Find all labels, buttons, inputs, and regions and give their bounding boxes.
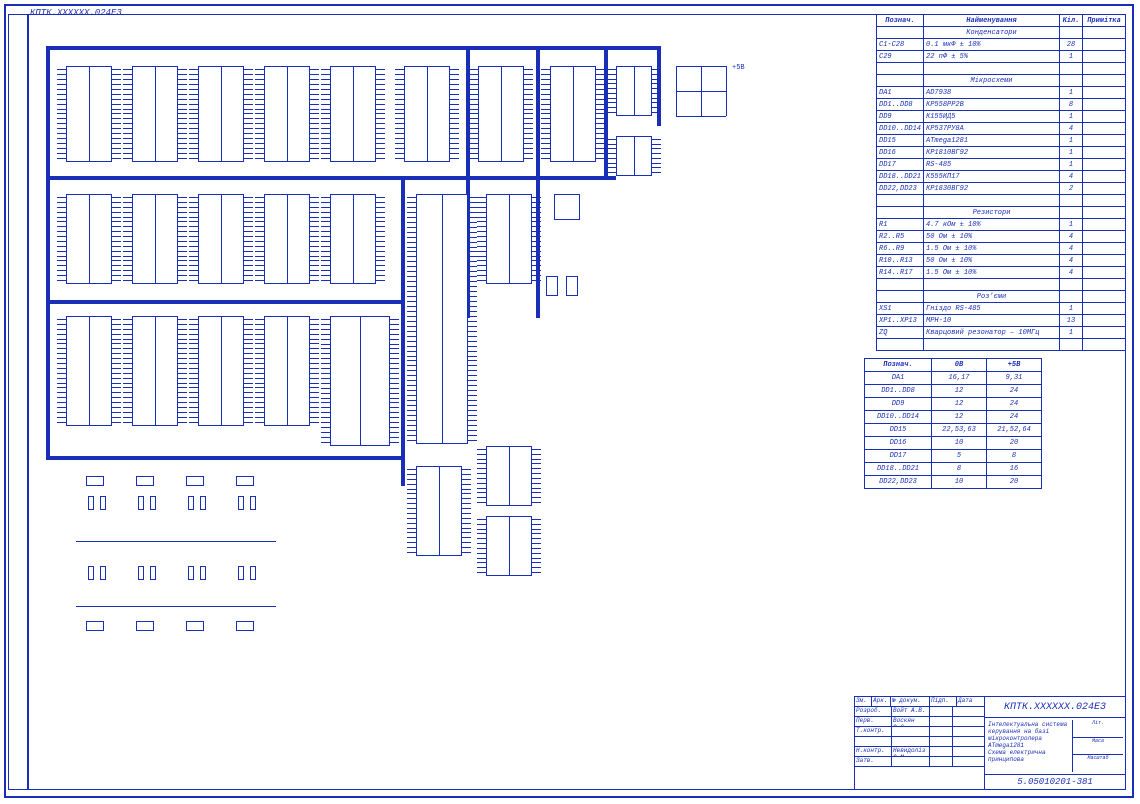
ic-dd13 [264,194,310,284]
drawing-sheet: КПТК.ХХХХХХ.024Е3 // placeholder - we'll… [4,4,1134,798]
ic-dd12 [198,194,244,284]
ic-dd3 [198,66,244,162]
bom-row: DD9К155ИД51 [877,111,1126,123]
bom-row: С2922 пФ ± 5%1 [877,51,1126,63]
xp3 [186,476,204,486]
ic-dd5 [330,66,376,162]
ic-dd17 [616,66,652,116]
bom-row: DD1..DD8КР558РР2В8 [877,99,1126,111]
ic-dd8 [550,66,596,162]
power-row: DD18..DD21816 [865,463,1042,476]
cap-c29 [546,276,558,296]
power-header: Познач. 0В +5В [865,359,1042,372]
bom-row: DD10..DD14КР537РУ8А4 [877,123,1126,135]
rev-row: Т.контр. [855,727,985,737]
document-number: 5.05010201-381 [985,775,1125,789]
xp1 [86,476,104,486]
bom-row: ZQКварцовий резонатор – 10МГц1 [877,327,1126,339]
ic-dd1 [66,66,112,162]
rev-row: Перв.Воскян О.С. [855,717,985,727]
bom-row: DA1AD79381 [877,87,1126,99]
power-row: DD161020 [865,437,1042,450]
power-row: DD22,DD231020 [865,476,1042,489]
ic-dd2 [132,66,178,162]
bom-row: XP1..XP13МРН-1013 [877,315,1126,327]
cap-c [566,276,578,296]
bom-row: R10..R1350 Ом ± 10%4 [877,255,1126,267]
power-row: DD1522,53,6321,52,64 [865,424,1042,437]
ic-dd15-mcu [416,194,468,444]
bom-row: DD16КР1810ВГ921 [877,147,1126,159]
bom-row: С1-С280.1 мкФ ± 10%28 [877,39,1126,51]
bom-row: DD18..DD21К555КП174 [877,171,1126,183]
ic-dd18 [66,316,112,426]
ic-dd20 [198,316,244,426]
xp7 [186,621,204,631]
ic-dd23b [486,516,532,576]
ic-dd19 [132,316,178,426]
xp4 [236,476,254,486]
rev-row [855,737,985,747]
title-block: Зм. Арк. № докум. Підп. Дата Розроб.Войт… [854,696,1126,790]
power-grid: +5В [676,66,726,116]
power-row: DA116,179,31 [865,372,1042,385]
bom-row: DD22,DD23КР1830ВГ922 [877,183,1126,195]
revision-table: Зм. Арк. № докум. Підп. Дата Розроб.Войт… [855,697,985,789]
bom-row: XS1Гніздо RS-4851 [877,303,1126,315]
drawing-description: Інтелектуальна система керування на базі… [985,718,1125,775]
bom-section-header: Мікросхеми [877,75,1126,87]
power-table: Познач. 0В +5В DA116,179,31DD1..DD81224D… [864,358,1042,489]
drawing-code: КПТК.ХХХХХХ.024Е3 [985,697,1125,718]
ic-dd11 [132,194,178,284]
ic-dd22 [416,466,462,556]
rev-row: Затв. [855,757,985,767]
power-row: DD10..DD141224 [865,411,1042,424]
bom-section-header: Роз'єми [877,291,1126,303]
ic-dd14 [330,194,376,284]
bom-table: Познач. Найменування Кіл. Примітка Конде… [876,14,1126,351]
bom-row: DD15ATmega12811 [877,135,1126,147]
bom-row: R2..R550 Ом ± 10%4 [877,231,1126,243]
rev-row: Н.контр.Невидоліз О.М. [855,747,985,757]
xp6 [136,621,154,631]
ic-dd16 [486,194,532,284]
binding-strip [8,14,28,790]
power-row: DD91224 [865,398,1042,411]
xp2 [136,476,154,486]
schematic-area: // placeholder - we'll build ICs below s… [46,46,686,686]
bom-row: R14..R171.5 Ом ± 10%4 [877,267,1126,279]
drawing-code-top: КПТК.ХХХХХХ.024Е3 [30,8,122,18]
xp5 [86,621,104,631]
bom-header: Познач. Найменування Кіл. Примітка [877,15,1126,27]
xp8 [236,621,254,631]
power-row: DD1..DD81224 [865,385,1042,398]
xtal-zq [554,194,580,220]
ic-dd6 [404,66,450,162]
rev-header: Зм. Арк. № докум. Підп. Дата [855,697,985,707]
bom-row: R6..R91.5 Ом ± 10%4 [877,243,1126,255]
bom-section-header: Резистори [877,207,1126,219]
ic-dd21 [264,316,310,426]
ic-da1-adc [330,316,390,446]
ic-dd9-small [616,136,652,176]
ic-dd7 [478,66,524,162]
bom-section-header: Конденсатори [877,27,1126,39]
ic-dd23 [486,446,532,506]
bom-row: DD17RS-4851 [877,159,1126,171]
rev-row: Розроб.Войт А.В. [855,707,985,717]
ic-dd4 [264,66,310,162]
bom-row: R14.7 кОм ± 10%1 [877,219,1126,231]
ic-dd10 [66,194,112,284]
power-row: DD1758 [865,450,1042,463]
